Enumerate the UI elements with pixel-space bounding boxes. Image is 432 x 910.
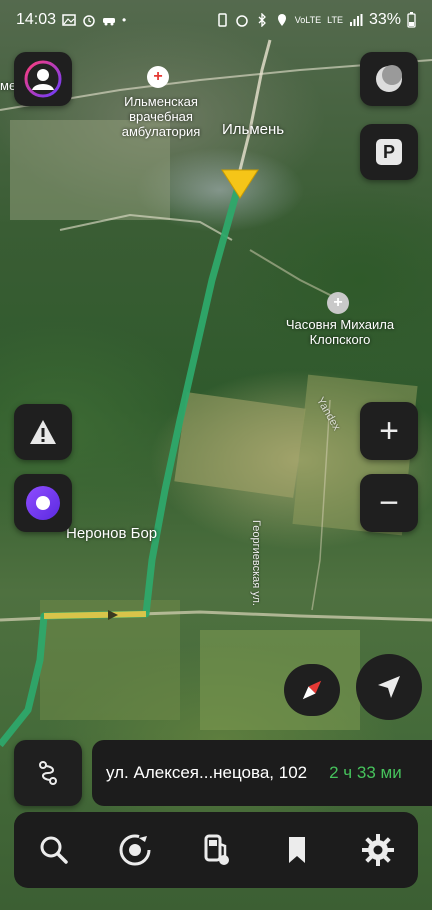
alarm-icon [83,15,95,27]
road-alert-button[interactable] [14,404,72,460]
road [59,213,233,241]
alarm-icon [236,15,248,27]
current-location-marker-icon [221,169,259,199]
hospital-poi-icon[interactable]: + [147,66,169,88]
compass-button[interactable] [284,664,340,716]
route-line [0,179,244,748]
route-summary-panel[interactable]: ул. Алексея...нецова, 102 2 ч 33 ми [92,740,432,806]
avatar-icon [24,60,62,98]
minus-icon: − [379,484,399,522]
parking-icon: P [376,139,402,165]
bookmark-icon [288,837,305,863]
road [249,249,341,301]
alice-assistant-button[interactable] [14,474,72,532]
compass-icon [302,680,322,700]
fuel-icon [204,834,229,865]
car-icon [103,18,116,26]
status-time: 14:03 [16,11,57,28]
status-right: VoLTE LTE 33% [215,11,416,29]
status-bar: 14:03 • VoLTE LTE 33% [0,0,432,40]
bookmarks-button[interactable] [273,826,321,874]
settings-button[interactable] [354,826,402,874]
music-button[interactable] [111,826,159,874]
gear-icon [361,834,394,866]
navigation-arrow-icon [378,676,400,698]
music-player-icon [119,834,151,866]
search-icon [40,836,69,864]
bottom-navigation [14,812,418,888]
chapel-poi-icon[interactable]: + [327,292,349,314]
chapel-label: Часовня Михаила Клопского [285,317,395,347]
zoom-in-button[interactable]: + [360,402,418,460]
network-label: VoLTE [294,14,322,25]
status-left: 14:03 • [16,11,126,29]
profile-button[interactable] [14,52,72,106]
location-icon [277,14,286,26]
app-root: + + Ильменская врачебная амбулатория Иль… [0,0,432,910]
layers-icon [376,65,402,92]
plus-icon: + [379,412,399,450]
hospital-label: Ильменская врачебная амбулатория [121,94,201,139]
image-notification-icon [62,14,76,26]
destination-address: ул. Алексея...нецова, 102 [106,763,308,782]
dot-icon: • [122,13,127,27]
road [238,39,272,171]
route-eta: 2 ч 33 ми [329,763,402,782]
parking-button[interactable]: P [360,124,418,180]
battery-saver-icon [218,13,227,27]
bluetooth-icon [258,13,266,27]
gas-station-button[interactable] [192,826,240,874]
battery-icon [407,12,416,28]
signal-icon [349,14,363,26]
warning-icon [30,420,56,444]
layers-button[interactable] [360,52,418,106]
alice-icon [26,486,60,520]
route-options-button[interactable] [14,740,82,806]
village-label-ilmen: Ильмень [222,121,285,138]
village-label-neronov: Неронов Бор [66,525,158,542]
route-line-traffic [43,611,147,619]
route-icon [39,761,57,785]
lte-label: LTE [327,15,343,25]
street-label: Георгиевская ул. [250,520,262,606]
zoom-out-button[interactable]: − [360,474,418,532]
search-button[interactable] [30,826,78,874]
battery-percent: 33% [368,11,401,28]
my-location-button[interactable] [356,654,422,720]
road [311,399,331,611]
